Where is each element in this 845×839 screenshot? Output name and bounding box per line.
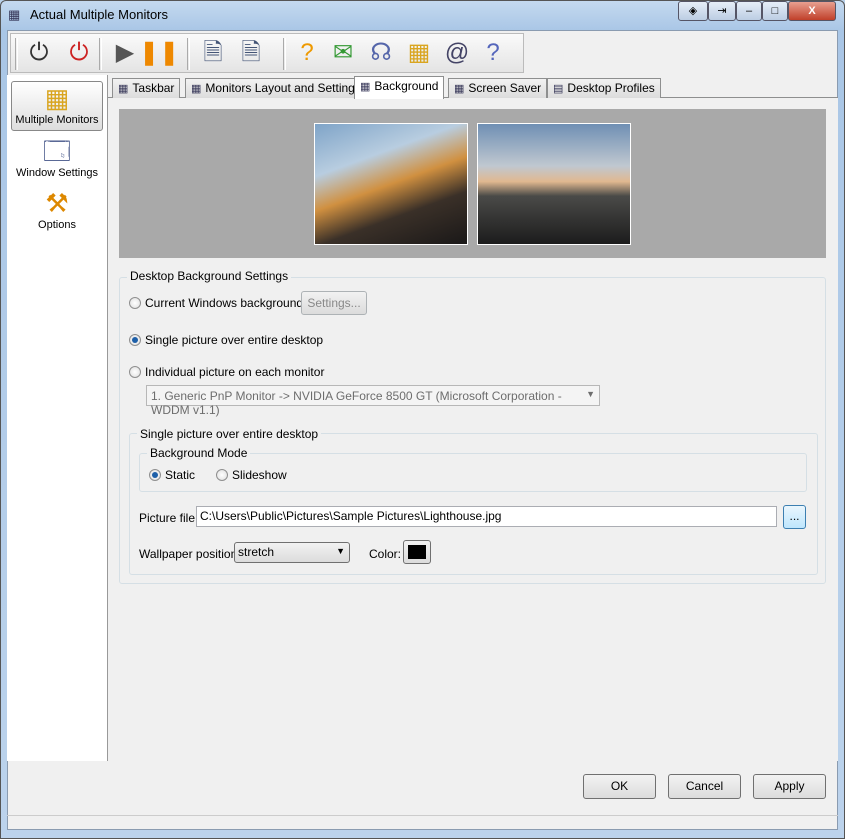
tab-monitors-layout[interactable]: ▦ Monitors Layout and Settings xyxy=(185,78,367,98)
app-icon: ▦ xyxy=(8,7,21,22)
tab-background[interactable]: ▦ Background xyxy=(354,76,445,99)
color-picker-button[interactable] xyxy=(403,540,431,564)
monitor-1-preview-image[interactable] xyxy=(314,123,468,245)
browse-button[interactable]: ... xyxy=(783,505,806,529)
monitors-icon: ▦ xyxy=(44,83,70,113)
radio-static[interactable] xyxy=(149,469,161,481)
wallpaper-position-label: Wallpaper position: xyxy=(139,547,241,561)
settings-button[interactable]: Settings... xyxy=(301,291,367,315)
radio-label: Static xyxy=(165,468,196,482)
web-icon[interactable]: @ xyxy=(441,37,473,69)
toolbar-separator xyxy=(283,38,286,70)
help-icon[interactable]: ? xyxy=(477,37,509,69)
screen-saver-icon: ▦ xyxy=(454,83,465,95)
stop-icon[interactable]: ⏻ xyxy=(63,37,95,69)
monitors-layout-icon: ▦ xyxy=(191,83,202,95)
ok-button[interactable]: OK xyxy=(583,774,656,799)
cancel-button[interactable]: Cancel xyxy=(668,774,741,799)
wallpaper-position-value: stretch xyxy=(238,545,275,559)
picture-file-label: Picture file: xyxy=(139,511,199,525)
radio-label: Individual picture on each monitor xyxy=(145,365,325,379)
tab-label: Background xyxy=(374,79,439,93)
sidebar-item-label: Multiple Monitors xyxy=(15,114,99,126)
monitor-select[interactable]: 1. Generic PnP Monitor -> NVIDIA GeForce… xyxy=(146,385,600,417)
window-settings-user-icon[interactable]: 🗎 xyxy=(235,37,267,69)
monitor-preview xyxy=(119,109,826,258)
tab-label: Desktop Profiles xyxy=(567,81,655,95)
radio-individual-picture[interactable] xyxy=(129,366,141,378)
tab-label: Monitors Layout and Settings xyxy=(205,81,361,95)
radio-label: Slideshow xyxy=(232,468,287,482)
background-icon: ▦ xyxy=(360,81,371,93)
picture-file-input[interactable]: C:\Users\Public\Pictures\Sample Pictures… xyxy=(196,506,777,527)
mail-icon[interactable]: ✉ xyxy=(327,37,359,69)
sidebar-item-options[interactable]: ⚒ Options xyxy=(11,187,103,235)
sidebar: ▦ Multiple Monitors 🗔 Window Settings ⚒ … xyxy=(7,75,108,761)
taskbar-icon: ▦ xyxy=(118,83,129,95)
tab-label: Screen Saver xyxy=(468,81,542,95)
toolbar-separator xyxy=(99,38,102,70)
toolbar: ⏻ ⏻ ▶ ❚❚ 🗎 🗎? ✉ ☊ ▦ @? xyxy=(10,33,524,73)
monitor-2-preview-image[interactable] xyxy=(477,123,631,245)
chevron-down-icon: ▼ xyxy=(586,389,595,399)
support-icon[interactable]: ☊ xyxy=(365,37,397,69)
color-label: Color: xyxy=(369,547,402,561)
pin-button[interactable]: ◈ xyxy=(678,1,708,21)
group-title: Desktop Background Settings xyxy=(127,269,292,283)
sidebar-item-label: Options xyxy=(38,219,76,231)
radio-label: Single picture over entire desktop xyxy=(145,333,324,347)
window-title: Actual Multiple Monitors xyxy=(30,7,168,22)
help-document-icon[interactable]: ? xyxy=(291,37,323,69)
sidebar-item-multiple-monitors[interactable]: ▦ Multiple Monitors xyxy=(11,81,103,131)
group-title: Background Mode xyxy=(147,446,251,460)
tray-button[interactable]: ⇥ xyxy=(708,1,736,21)
minimize-button[interactable]: – xyxy=(736,1,762,21)
tab-label: Taskbar xyxy=(132,81,175,95)
window-settings-add-icon[interactable]: 🗎 xyxy=(197,37,229,69)
sidebar-item-window-settings[interactable]: 🗔 Window Settings xyxy=(11,135,103,183)
monitors-icon[interactable]: ▦ xyxy=(403,37,435,69)
group-title: Single picture over entire desktop xyxy=(137,427,322,441)
apply-button[interactable]: Apply xyxy=(753,774,826,799)
desktop-profiles-icon: ▤ xyxy=(553,83,564,95)
window-settings-icon: 🗔 xyxy=(42,136,72,166)
tab-desktop-profiles[interactable]: ▤ Desktop Profiles xyxy=(547,78,661,98)
tab-taskbar[interactable]: ▦ Taskbar xyxy=(112,78,181,98)
color-swatch xyxy=(408,545,426,559)
radio-slideshow[interactable] xyxy=(216,469,228,481)
pause-icon[interactable]: ❚❚ xyxy=(139,37,179,69)
toolbar-separator xyxy=(187,38,190,70)
power-icon[interactable]: ⏻ xyxy=(23,37,55,69)
options-icon: ⚒ xyxy=(45,188,69,218)
radio-current-background[interactable] xyxy=(129,297,141,309)
status-bar xyxy=(7,815,838,831)
radio-single-picture[interactable] xyxy=(129,334,141,346)
close-button[interactable]: X xyxy=(788,1,836,21)
tab-screen-saver[interactable]: ▦ Screen Saver xyxy=(448,78,548,98)
toolbar-separator xyxy=(15,38,18,70)
wallpaper-position-select[interactable]: stretch ▼ xyxy=(234,542,350,563)
radio-label: Current Windows background xyxy=(145,296,304,310)
sidebar-item-label: Window Settings xyxy=(16,167,98,179)
play-icon[interactable]: ▶ xyxy=(109,37,141,69)
maximize-button[interactable]: □ xyxy=(762,1,788,21)
chevron-down-icon: ▼ xyxy=(336,546,345,556)
